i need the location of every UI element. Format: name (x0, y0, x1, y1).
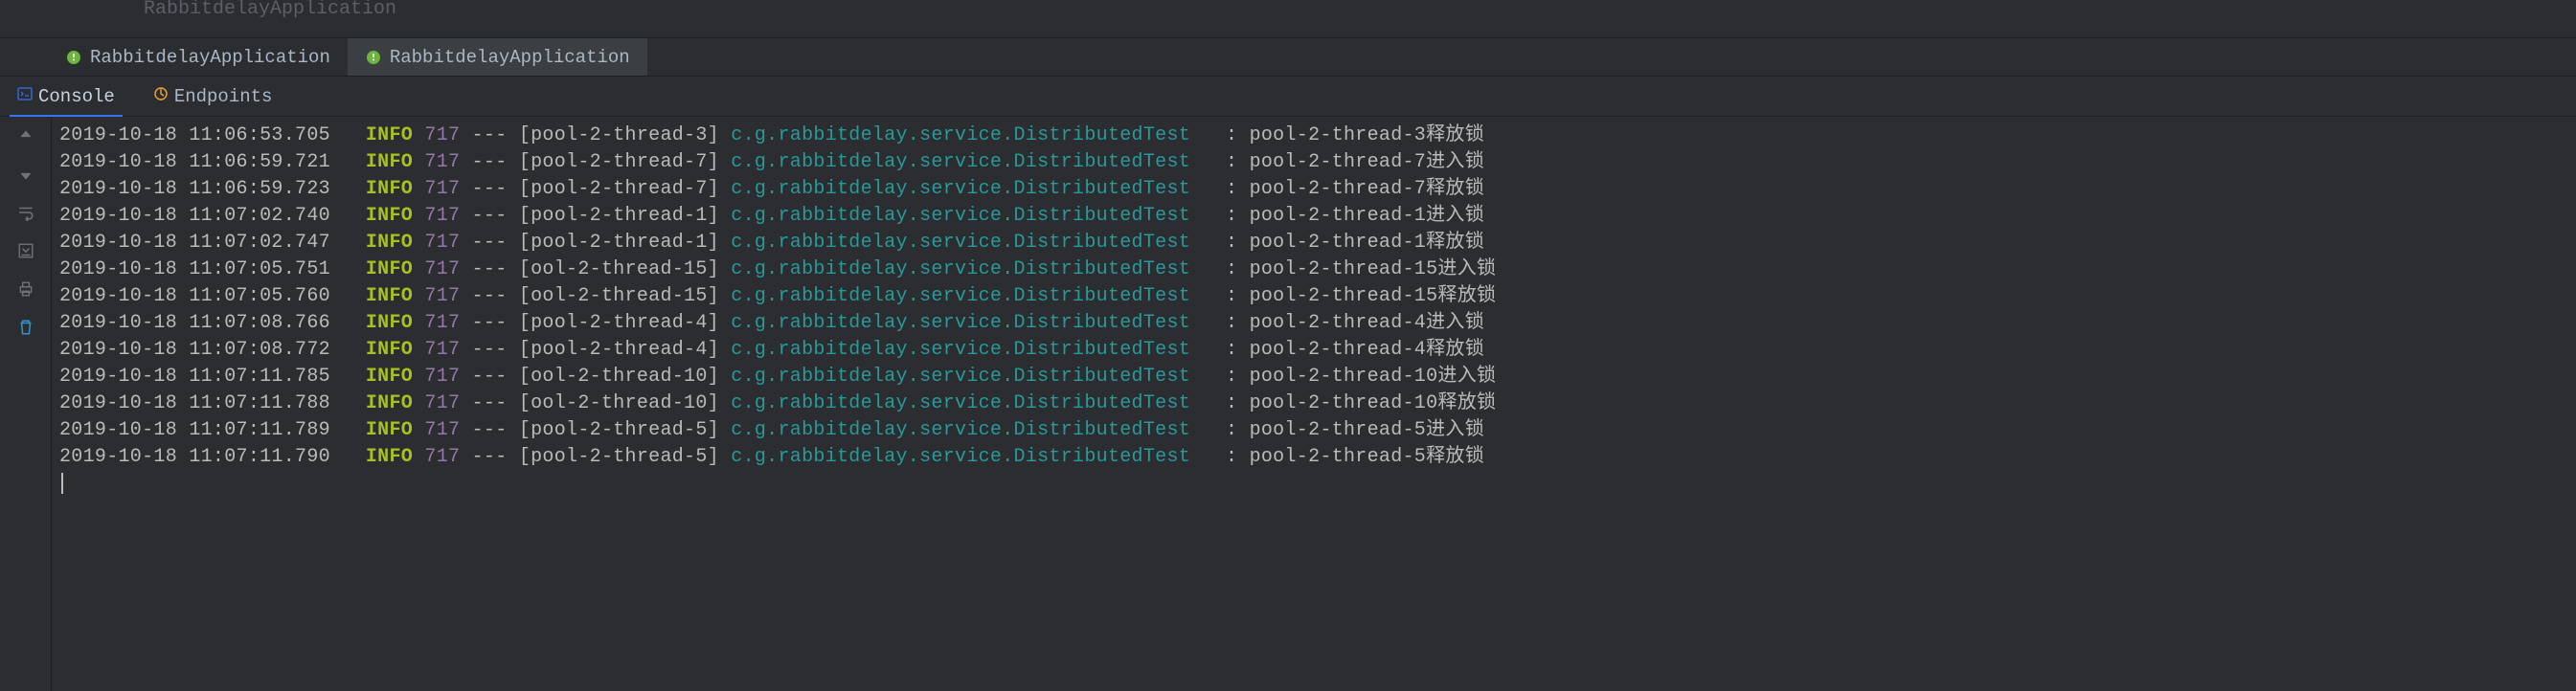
header-bar: RabbitdelayApplication (0, 0, 2576, 38)
app-title-dim: RabbitdelayApplication (144, 0, 396, 20)
run-tab-label: RabbitdelayApplication (90, 47, 330, 68)
run-sub-tabs: Console Endpoints (0, 77, 2576, 117)
print-icon[interactable] (14, 278, 37, 301)
tab-endpoints-label: Endpoints (174, 86, 273, 107)
spring-boot-icon (365, 49, 382, 66)
scroll-to-end-icon[interactable] (14, 239, 37, 262)
log-line: 2019-10-18 11:07:11.790 INFO 717 --- [po… (59, 444, 2568, 471)
tab-endpoints[interactable]: Endpoints (146, 82, 281, 111)
actuator-icon (153, 86, 169, 107)
run-main-area: 2019-10-18 11:06:53.705 INFO 717 --- [po… (0, 117, 2576, 691)
log-line: 2019-10-18 11:06:53.705 INFO 717 --- [po… (59, 123, 2568, 149)
spring-boot-icon (65, 49, 82, 66)
log-line: 2019-10-18 11:07:11.789 INFO 717 --- [po… (59, 417, 2568, 444)
log-line: 2019-10-18 11:07:05.751 INFO 717 --- [oo… (59, 256, 2568, 283)
tab-console[interactable]: Console (10, 82, 123, 111)
log-line: 2019-10-18 11:07:05.760 INFO 717 --- [oo… (59, 283, 2568, 310)
console-icon (17, 86, 33, 107)
run-tab-1[interactable]: RabbitdelayApplication (348, 38, 647, 76)
run-tab-0[interactable]: RabbitdelayApplication (48, 38, 348, 76)
run-tab-label: RabbitdelayApplication (390, 47, 630, 68)
log-line: 2019-10-18 11:06:59.723 INFO 717 --- [po… (59, 176, 2568, 203)
soft-wrap-icon[interactable] (14, 201, 37, 224)
tab-console-label: Console (38, 86, 115, 107)
trash-icon[interactable] (14, 316, 37, 339)
log-cursor (59, 471, 2568, 498)
log-line: 2019-10-18 11:07:11.785 INFO 717 --- [oo… (59, 364, 2568, 390)
log-line: 2019-10-18 11:07:08.766 INFO 717 --- [po… (59, 310, 2568, 337)
down-icon[interactable] (14, 163, 37, 186)
up-icon[interactable] (14, 124, 37, 147)
console-output[interactable]: 2019-10-18 11:06:53.705 INFO 717 --- [po… (52, 117, 2576, 691)
log-line: 2019-10-18 11:06:59.721 INFO 717 --- [po… (59, 149, 2568, 176)
console-gutter (0, 117, 52, 691)
log-line: 2019-10-18 11:07:08.772 INFO 717 --- [po… (59, 337, 2568, 364)
log-line: 2019-10-18 11:07:02.740 INFO 717 --- [po… (59, 203, 2568, 230)
log-line: 2019-10-18 11:07:11.788 INFO 717 --- [oo… (59, 390, 2568, 417)
log-line: 2019-10-18 11:07:02.747 INFO 717 --- [po… (59, 230, 2568, 256)
run-config-tabs: RabbitdelayApplication RabbitdelayApplic… (0, 38, 2576, 77)
